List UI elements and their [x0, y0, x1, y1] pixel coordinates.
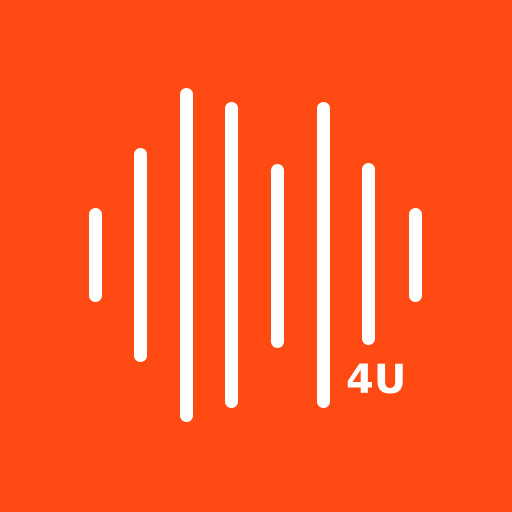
app-icon: 4U	[0, 0, 512, 512]
wave-bar	[89, 208, 102, 302]
sound-wave-icon	[0, 0, 512, 512]
wave-bar	[180, 88, 193, 422]
wave-bar	[134, 148, 147, 362]
wave-bar	[225, 102, 238, 408]
wave-bar	[317, 102, 330, 408]
wave-bar	[409, 208, 422, 302]
wave-bar	[271, 164, 284, 348]
badge-4u: 4U	[346, 357, 407, 403]
wave-bar	[362, 163, 375, 345]
